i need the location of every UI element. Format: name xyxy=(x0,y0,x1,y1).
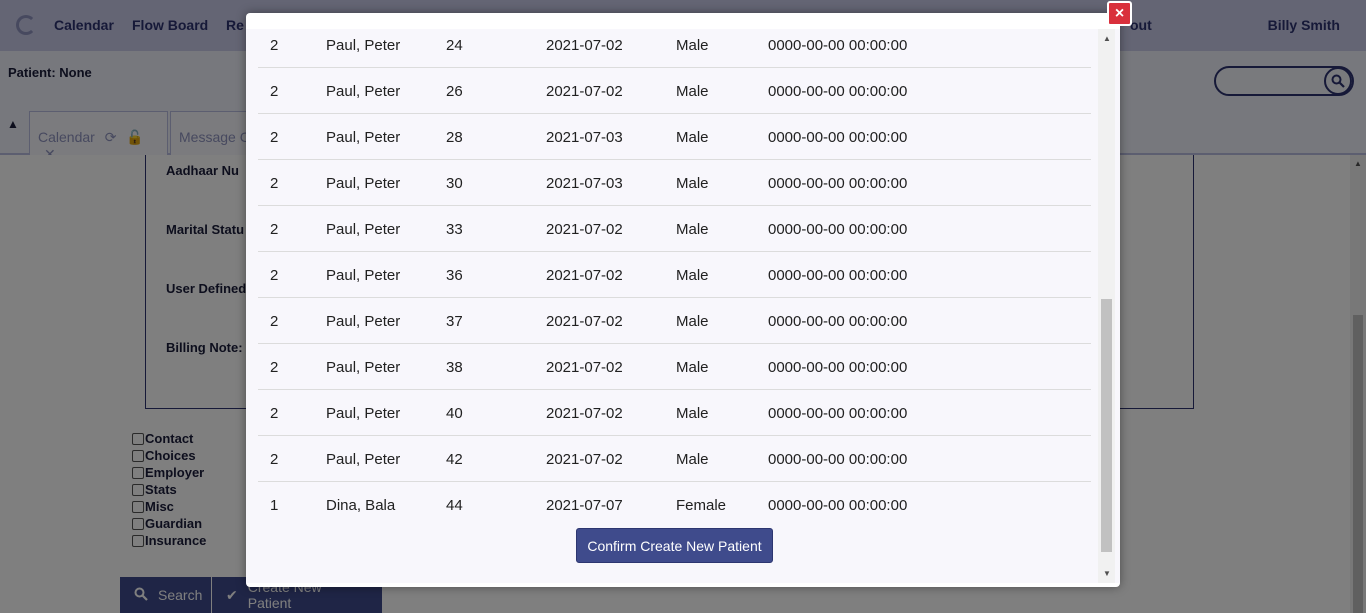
cell-dob: 2021-07-02 xyxy=(546,451,623,468)
cell-name: Paul, Peter xyxy=(326,83,401,100)
cell-name: Dina, Bala xyxy=(326,497,396,514)
table-row[interactable]: 2 Paul, Peter 40 2021-07-02 Male 0000-00-00 0… xyxy=(258,390,1091,436)
cell-sex: Male xyxy=(676,221,709,238)
confirm-create-new-patient-button[interactable]: Confirm Create New Patient xyxy=(576,528,773,563)
table-row[interactable]: 2 Paul, Peter 38 2021-07-02 Male 0000-00-00 0… xyxy=(258,344,1091,390)
cell-id: 28 xyxy=(446,129,463,146)
cell-name: Paul, Peter xyxy=(326,359,401,376)
cell-sex: Female xyxy=(676,497,727,514)
cell-id: 36 xyxy=(446,267,463,284)
cell-date: 0000-00-00 00:00:00 xyxy=(768,221,908,238)
cell-date: 0000-00-00 00:00:00 xyxy=(768,129,908,146)
dialog-body: 2 Paul, Peter 24 2021-07-02 Male 0000-00-00 0… xyxy=(246,29,1120,583)
cell-pid: 2 xyxy=(270,313,279,330)
cell-name: Paul, Peter xyxy=(326,313,401,330)
cell-id: 30 xyxy=(446,175,463,192)
cell-id: 42 xyxy=(446,451,463,468)
matching-patients-table: 2 Paul, Peter 24 2021-07-02 Male 0000-00-00 0… xyxy=(258,29,1091,528)
scroll-down-icon[interactable]: ▼ xyxy=(1103,569,1111,578)
cell-date: 0000-00-00 00:00:00 xyxy=(768,451,908,468)
cell-pid: 2 xyxy=(270,405,279,422)
cell-sex: Male xyxy=(676,451,709,468)
cell-name: Paul, Peter xyxy=(326,221,401,238)
cell-name: Paul, Peter xyxy=(326,451,401,468)
cell-id: 40 xyxy=(446,405,463,422)
cell-date: 0000-00-00 00:00:00 xyxy=(768,313,908,330)
cell-dob: 2021-07-03 xyxy=(546,175,623,192)
table-row[interactable]: 2 Paul, Peter 30 2021-07-03 Male 0000-00-00 0… xyxy=(258,160,1091,206)
duplicate-patients-dialog: 2 Paul, Peter 24 2021-07-02 Male 0000-00-00 0… xyxy=(246,13,1120,587)
cell-dob: 2021-07-02 xyxy=(546,405,623,422)
cell-date: 0000-00-00 00:00:00 xyxy=(768,175,908,192)
cell-pid: 1 xyxy=(270,497,279,514)
cell-dob: 2021-07-02 xyxy=(546,37,623,54)
cell-dob: 2021-07-02 xyxy=(546,83,623,100)
cell-date: 0000-00-00 00:00:00 xyxy=(768,405,908,422)
cell-id: 26 xyxy=(446,83,463,100)
cell-dob: 2021-07-02 xyxy=(546,313,623,330)
table-row[interactable]: 2 Paul, Peter 24 2021-07-02 Male 0000-00-00 0… xyxy=(258,29,1091,68)
cell-date: 0000-00-00 00:00:00 xyxy=(768,37,908,54)
cell-sex: Male xyxy=(676,129,709,146)
cell-name: Paul, Peter xyxy=(326,267,401,284)
table-row[interactable]: 2 Paul, Peter 37 2021-07-02 Male 0000-00-00 0… xyxy=(258,298,1091,344)
table-row[interactable]: 1 Dina, Bala 44 2021-07-07 Female 0000-00-00 … xyxy=(258,482,1091,528)
cell-pid: 2 xyxy=(270,37,279,54)
cell-pid: 2 xyxy=(270,175,279,192)
cell-pid: 2 xyxy=(270,359,279,376)
cell-id: 44 xyxy=(446,497,463,514)
cell-id: 24 xyxy=(446,37,463,54)
cell-sex: Male xyxy=(676,313,709,330)
cell-dob: 2021-07-02 xyxy=(546,267,623,284)
cell-sex: Male xyxy=(676,37,709,54)
cell-sex: Male xyxy=(676,175,709,192)
dialog-scrollbar-thumb[interactable] xyxy=(1101,299,1112,552)
cell-pid: 2 xyxy=(270,221,279,238)
cell-date: 0000-00-00 00:00:00 xyxy=(768,267,908,284)
cell-date: 0000-00-00 00:00:00 xyxy=(768,359,908,376)
cell-dob: 2021-07-07 xyxy=(546,497,623,514)
cell-id: 37 xyxy=(446,313,463,330)
cell-date: 0000-00-00 00:00:00 xyxy=(768,83,908,100)
cell-sex: Male xyxy=(676,267,709,284)
cell-sex: Male xyxy=(676,359,709,376)
cell-dob: 2021-07-02 xyxy=(546,359,623,376)
cell-name: Paul, Peter xyxy=(326,129,401,146)
cell-sex: Male xyxy=(676,83,709,100)
cell-name: Paul, Peter xyxy=(326,405,401,422)
table-row[interactable]: 2 Paul, Peter 33 2021-07-02 Male 0000-00-00 0… xyxy=(258,206,1091,252)
cell-dob: 2021-07-02 xyxy=(546,221,623,238)
close-dialog-icon[interactable]: × xyxy=(1107,1,1132,26)
cell-pid: 2 xyxy=(270,129,279,146)
scroll-up-icon[interactable]: ▲ xyxy=(1103,34,1111,43)
cell-name: Paul, Peter xyxy=(326,37,401,54)
cell-date: 0000-00-00 00:00:00 xyxy=(768,497,908,514)
cell-sex: Male xyxy=(676,405,709,422)
cell-dob: 2021-07-03 xyxy=(546,129,623,146)
cell-name: Paul, Peter xyxy=(326,175,401,192)
table-row[interactable]: 2 Paul, Peter 26 2021-07-02 Male 0000-00-00 0… xyxy=(258,68,1091,114)
cell-pid: 2 xyxy=(270,267,279,284)
dialog-scrollbar[interactable]: ▲ ▼ xyxy=(1098,29,1115,583)
cell-pid: 2 xyxy=(270,83,279,100)
table-row[interactable]: 2 Paul, Peter 42 2021-07-02 Male 0000-00-00 0… xyxy=(258,436,1091,482)
cell-id: 38 xyxy=(446,359,463,376)
cell-id: 33 xyxy=(446,221,463,238)
table-row[interactable]: 2 Paul, Peter 28 2021-07-03 Male 0000-00-00 0… xyxy=(258,114,1091,160)
cell-pid: 2 xyxy=(270,451,279,468)
table-row[interactable]: 2 Paul, Peter 36 2021-07-02 Male 0000-00-00 0… xyxy=(258,252,1091,298)
